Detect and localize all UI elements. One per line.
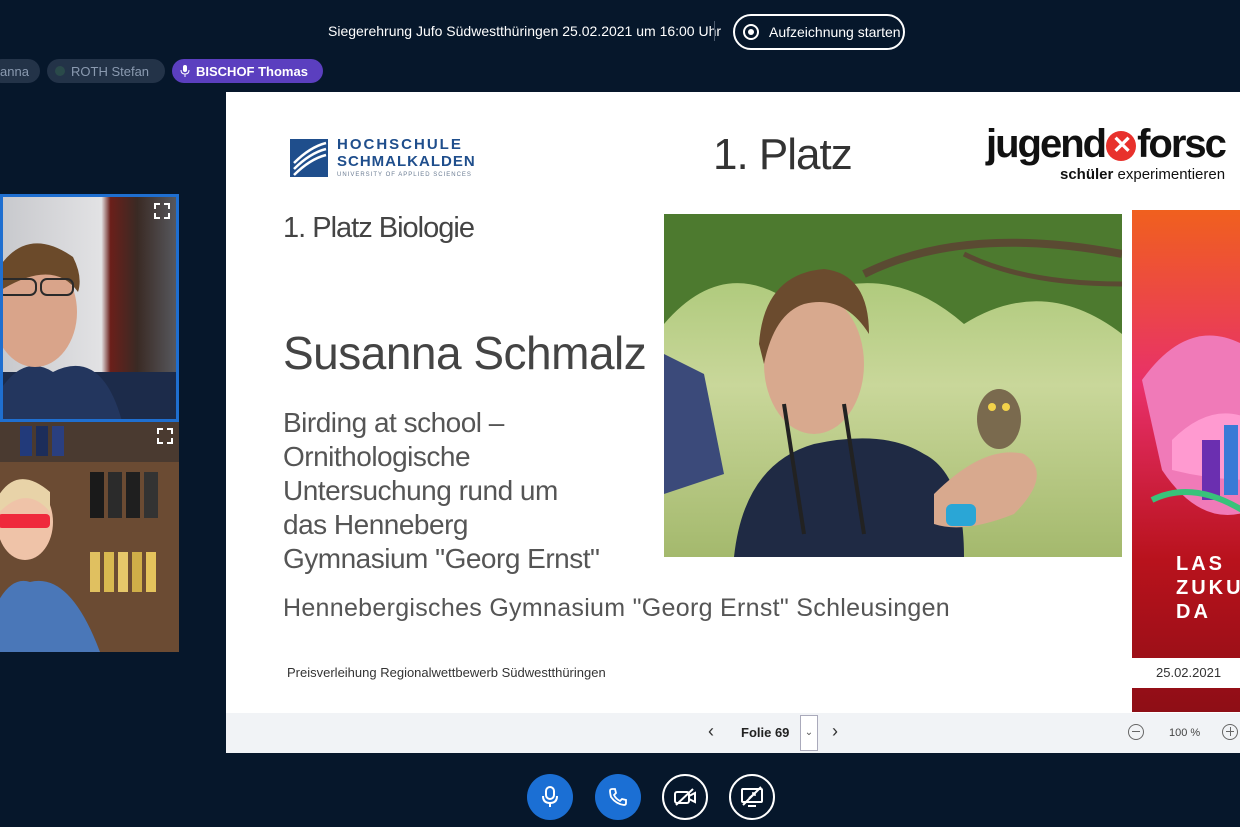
microphone-icon (180, 65, 190, 77)
winner-name: Susanna Schmalz (283, 327, 647, 379)
project-line: Ornithologische (283, 441, 471, 472)
status-icon (55, 66, 65, 76)
winner-photo (664, 214, 1122, 557)
presentation-slide: HOCHSCHULE SCHMALKALDEN UNIVERSITY OF AP… (226, 92, 1240, 713)
participant-pill-speaking[interactable]: BISCHOF Thomas (172, 59, 323, 83)
record-label: Aufzeichnung starten (769, 24, 901, 40)
zoom-level: 100 % (1169, 727, 1201, 739)
microphone-icon (542, 786, 558, 807)
participant-pill[interactable]: ROTH Stefan (47, 59, 165, 83)
project-line: Gymnasium "Georg Ernst" (283, 543, 600, 574)
university-name-line2: SCHMALKALDEN (337, 153, 476, 170)
university-name-line1: HOCHSCHULE (337, 136, 463, 153)
jufo-x-icon: ✕ (1106, 131, 1137, 162)
school-name: Hennebergisches Gymnasium "Georg Ernst" … (283, 594, 951, 622)
phone-icon (609, 788, 627, 806)
poster-date: 25.02.2021 (1132, 658, 1240, 688)
microphone-button[interactable] (527, 774, 573, 820)
slide-navigation-bar: ‹ Folie 69 ⌄ › 100 % (226, 713, 1240, 753)
slide-number-label: Folie 69 (741, 725, 790, 740)
top-bar: Siegerehrung Jufo Südwestthüringen 25.02… (0, 0, 1240, 62)
event-poster (1132, 210, 1240, 712)
poster-text: LAS ZUKU DA (1176, 553, 1240, 623)
camera-off-icon (674, 788, 696, 806)
expand-icon[interactable] (154, 203, 170, 219)
project-title: Birding at school – Ornithologische Unte… (283, 406, 663, 576)
record-icon (743, 24, 759, 40)
participant-name: BISCHOF Thomas (196, 63, 308, 79)
video-tile[interactable] (0, 422, 179, 652)
meeting-title: Siegerehrung Jufo Südwestthüringen 25.02… (328, 23, 722, 39)
divider (714, 21, 715, 41)
next-slide-chevron-icon[interactable]: › (832, 721, 838, 742)
phone-button[interactable] (595, 774, 641, 820)
university-logo: HOCHSCHULE SCHMALKALDEN UNIVERSITY OF AP… (290, 136, 490, 182)
project-line: das Henneberg (283, 509, 468, 540)
participant-pill[interactable]: anna (0, 59, 40, 83)
webcam-video (0, 422, 179, 652)
video-tile[interactable] (0, 194, 179, 422)
jugend-forscht-logo: jugend ✕ forsc schüler experimentieren (986, 122, 1240, 188)
zoom-in-icon[interactable] (1222, 724, 1238, 740)
brand-part1: jugend (986, 122, 1107, 166)
brand-sub-rest: experimentieren (1113, 166, 1226, 183)
participant-name: anna (0, 63, 29, 79)
place-heading: 1. Platz (713, 130, 853, 179)
zoom-out-icon[interactable] (1128, 724, 1144, 740)
university-name-line3: UNIVERSITY OF APPLIED SCIENCES (337, 172, 472, 178)
university-mark (290, 139, 328, 177)
slide-select-dropdown[interactable]: ⌄ (800, 715, 818, 751)
expand-icon[interactable] (157, 428, 173, 444)
participant-name: ROTH Stefan (71, 63, 150, 79)
camera-toggle-button[interactable] (662, 774, 708, 820)
screenshare-toggle-button[interactable] (729, 774, 775, 820)
start-recording-button[interactable]: Aufzeichnung starten (733, 14, 905, 50)
brand-sub-bold: schüler (1060, 166, 1114, 183)
category-title: 1. Platz Biologie (283, 212, 475, 244)
slide-footer: Preisverleihung Regionalwettbewerb Südwe… (287, 665, 606, 680)
screenshare-off-icon (741, 786, 763, 807)
project-line: Birding at school – (283, 407, 504, 438)
webcam-video (3, 197, 176, 419)
brand-part2: forsc (1137, 122, 1227, 166)
project-line: Untersuchung rund um (283, 475, 558, 506)
previous-slide-chevron-icon[interactable]: ‹ (708, 721, 714, 742)
